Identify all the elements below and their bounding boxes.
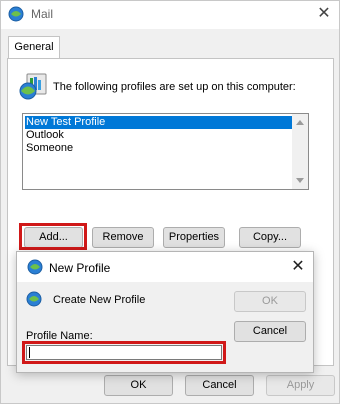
dialog-title: New Profile (49, 261, 111, 275)
cancel-button[interactable]: Cancel (185, 375, 254, 396)
properties-button[interactable]: Properties (163, 227, 225, 248)
new-profile-dialog: New Profile ✕ Create New Profile OK Canc… (16, 251, 314, 373)
new-profile-globe-icon (27, 259, 43, 275)
tab-general[interactable]: General (8, 36, 60, 59)
profile-name-highlight (22, 341, 226, 364)
dialog-cancel-button[interactable]: Cancel (234, 321, 306, 342)
mail-window: Mail ✕ General The following profiles ar… (0, 0, 340, 404)
dialog-title-bar: New Profile ✕ (17, 252, 313, 282)
scroll-up-icon[interactable] (296, 120, 304, 125)
profile-list-item[interactable]: New Test Profile (25, 116, 293, 129)
remove-button[interactable]: Remove (92, 227, 154, 248)
create-profile-heading: Create New Profile (53, 294, 146, 306)
dialog-close-icon[interactable]: ✕ (289, 258, 307, 276)
dialog-ok-button: OK (234, 291, 306, 312)
create-profile-globe-icon (26, 291, 42, 307)
listbox-scrollbar[interactable] (292, 114, 308, 189)
close-icon[interactable]: ✕ (315, 5, 333, 23)
copy-button[interactable]: Copy... (239, 227, 301, 248)
title-bar: Mail ✕ (1, 1, 339, 29)
scroll-down-icon[interactable] (296, 178, 304, 183)
profile-list-item[interactable]: Someone (25, 142, 73, 155)
apply-button: Apply (266, 375, 335, 396)
mail-app-icon (8, 6, 24, 22)
profiles-listbox[interactable]: New Test Profile Outlook Someone (22, 113, 309, 190)
profiles-description: The following profiles are set up on thi… (53, 81, 296, 93)
window-title: Mail (31, 7, 54, 21)
ok-button[interactable]: OK (104, 375, 173, 396)
mail-profiles-icon (18, 69, 50, 101)
add-button-highlight (19, 223, 87, 250)
profile-list-item[interactable]: Outlook (25, 129, 64, 142)
